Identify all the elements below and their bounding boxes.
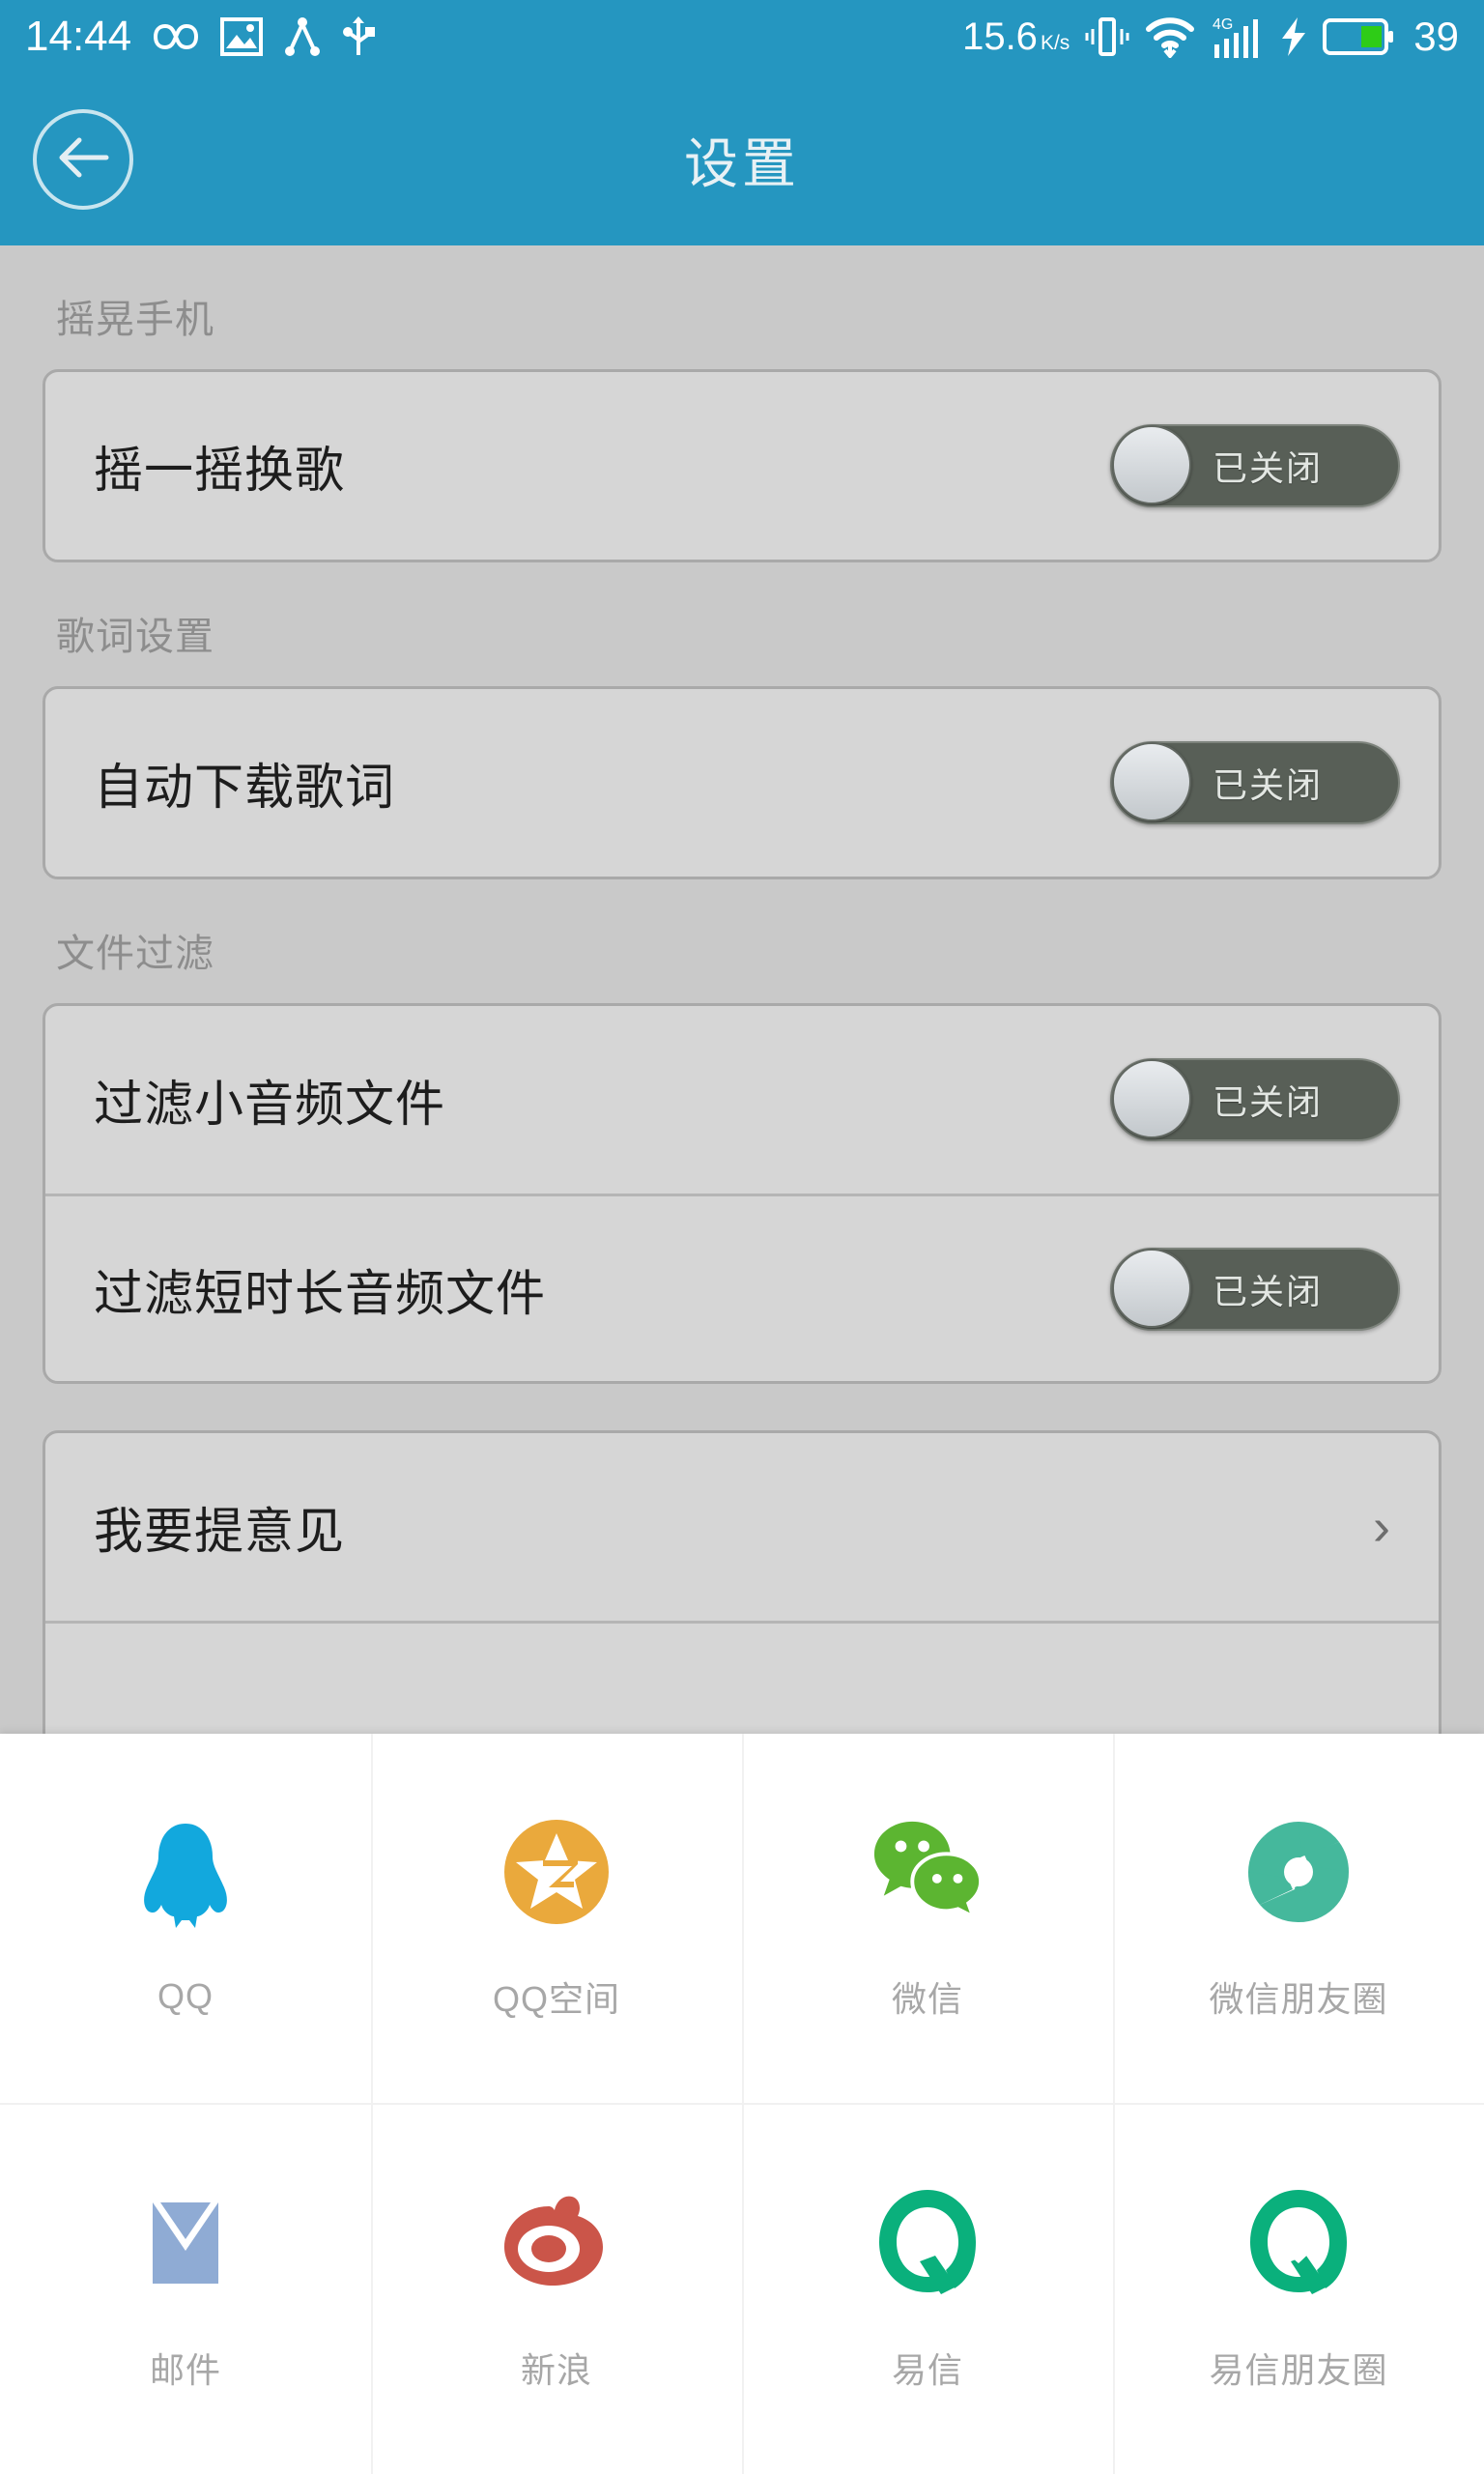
share-label: 微信朋友圈: [1209, 1979, 1388, 2019]
setting-label: 摇一摇换歌: [94, 443, 346, 498]
yixin-moments-heart-icon: [1241, 2186, 1356, 2300]
back-arrow-icon: [54, 132, 112, 187]
setting-label: 过滤小音频文件: [94, 1077, 446, 1132]
toggle-filter-short-audio[interactable]: 已关闭: [1110, 1247, 1400, 1331]
qzone-star-icon: [499, 1815, 614, 1929]
share-option-yixin[interactable]: 易信: [742, 2105, 1113, 2474]
charging-bolt-icon: [1280, 15, 1307, 58]
share-option-mail[interactable]: 邮件: [0, 2105, 371, 2474]
status-bar: 14:44 15.6 K/s 4G 39: [0, 0, 1484, 73]
battery-icon: [1323, 16, 1394, 57]
usb-icon: [342, 14, 376, 59]
back-button[interactable]: [33, 109, 133, 210]
share-option-wechat[interactable]: 微信: [742, 1734, 1113, 2103]
share-option-qq[interactable]: QQ: [0, 1734, 371, 2103]
share-row-2: 邮件 新浪 易信 易信朋友圈: [0, 2103, 1484, 2474]
qq-penguin-icon: [128, 1820, 243, 1934]
toggle-shake-change-song[interactable]: 已关闭: [1110, 424, 1400, 507]
share-label: QQ空间: [492, 1979, 620, 2019]
setting-row-shake-change-song[interactable]: 摇一摇换歌 已关闭: [45, 372, 1439, 560]
share-option-wechat-moments[interactable]: 微信朋友圈: [1113, 1734, 1484, 2103]
mail-envelope-icon: [128, 2186, 243, 2300]
toggle-state-text: 已关闭: [1213, 765, 1324, 805]
share-sheet: QQ QQ空间 微信 微信朋友圈 邮件 新浪 易信 易信朋友圈: [0, 1734, 1484, 2474]
status-bar-left: 14:44: [25, 13, 376, 60]
share-option-yixin-moments[interactable]: 易信朋友圈: [1113, 2105, 1484, 2474]
infinity-icon: [153, 22, 199, 51]
battery-percent: 39: [1413, 14, 1459, 59]
setting-row-feedback[interactable]: 我要提意见 ›: [45, 1433, 1439, 1621]
network-speed-unit: K/s: [1040, 32, 1070, 54]
share-option-qzone[interactable]: QQ空间: [371, 1734, 742, 2103]
wechat-moments-aperture-icon: [1241, 1815, 1356, 1929]
settings-card-file-filter: 过滤小音频文件 已关闭 过滤短时长音频文件 已关闭: [43, 1003, 1441, 1384]
share-label: 易信: [891, 2350, 963, 2390]
setting-row-filter-small-audio[interactable]: 过滤小音频文件 已关闭: [45, 1006, 1439, 1194]
yixin-q-icon: [870, 2186, 985, 2300]
toggle-state-text: 已关闭: [1213, 1082, 1324, 1122]
toggle-knob-icon: [1112, 742, 1191, 821]
setting-label: 自动下载歌词: [94, 760, 396, 815]
network-speed: 15.6 K/s: [962, 15, 1070, 58]
wechat-bubbles-icon: [870, 1815, 985, 1929]
toggle-state-text: 已关闭: [1213, 1271, 1324, 1311]
svg-text:4G: 4G: [1213, 16, 1233, 33]
setting-label: 过滤短时长音频文件: [94, 1265, 547, 1321]
toggle-knob-icon: [1112, 425, 1191, 504]
section-label-shake: 摇晃手机: [56, 299, 214, 341]
setting-row-filter-short-audio[interactable]: 过滤短时长音频文件 已关闭: [45, 1194, 1439, 1381]
share-label: 微信: [891, 1979, 963, 2019]
section-label-file-filter: 文件过滤: [56, 933, 214, 975]
toggle-state-text: 已关闭: [1213, 448, 1324, 488]
vibrate-icon: [1085, 15, 1129, 58]
settings-card-shake: 摇一摇换歌 已关闭: [43, 369, 1441, 562]
setting-row-auto-download-lyrics[interactable]: 自动下载歌词 已关闭: [45, 689, 1439, 877]
setting-label: 我要提意见: [94, 1504, 346, 1559]
image-icon: [220, 17, 264, 56]
status-clock: 14:44: [25, 13, 132, 60]
signal-bars-icon: 4G: [1211, 14, 1265, 60]
share-option-sina[interactable]: 新浪: [371, 2105, 742, 2474]
toggle-knob-icon: [1112, 1248, 1191, 1328]
settings-card-lyrics: 自动下载歌词 已关闭: [43, 686, 1441, 879]
status-bar-right: 15.6 K/s 4G 39: [962, 14, 1459, 60]
toggle-knob-icon: [1112, 1059, 1191, 1138]
share-label: 新浪: [520, 2350, 592, 2390]
section-label-lyrics: 歌词设置: [56, 616, 214, 658]
sina-weibo-eye-icon: [499, 2186, 614, 2300]
page-title: 设置: [684, 132, 800, 194]
share-label: 邮件: [149, 2350, 221, 2390]
share-label: QQ: [157, 1976, 214, 2016]
app-header: 设置: [0, 73, 1484, 245]
wifi-icon: [1145, 15, 1195, 58]
share-row-1: QQ QQ空间 微信 微信朋友圈: [0, 1734, 1484, 2103]
bluetooth-share-icon: [284, 16, 321, 57]
share-label: 易信朋友圈: [1209, 2350, 1388, 2390]
toggle-auto-download-lyrics[interactable]: 已关闭: [1110, 741, 1400, 824]
toggle-filter-small-audio[interactable]: 已关闭: [1110, 1058, 1400, 1141]
chevron-right-icon: ›: [1373, 1498, 1390, 1556]
